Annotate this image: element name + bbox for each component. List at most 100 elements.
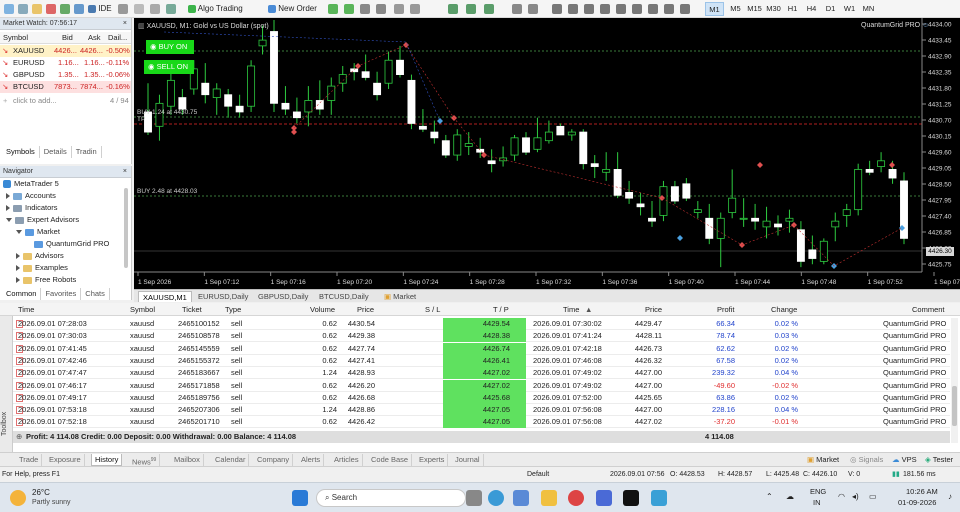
weather-text[interactable]: Partly sunny bbox=[32, 499, 71, 506]
table-scrollbar-thumb[interactable] bbox=[952, 386, 957, 426]
taskbar-search[interactable]: ⌕ Search bbox=[316, 489, 466, 507]
nav-advisors[interactable]: Advisors bbox=[16, 250, 64, 262]
table-scrollbar-track[interactable] bbox=[951, 318, 958, 443]
depth-icon[interactable] bbox=[150, 2, 160, 16]
store-icon[interactable] bbox=[596, 490, 612, 506]
wifi-icon[interactable]: ◠ bbox=[838, 492, 845, 501]
shapes-icon[interactable] bbox=[680, 2, 690, 16]
indicators-icon[interactable] bbox=[512, 2, 522, 16]
nav-expert-advisors[interactable]: Expert Advisors bbox=[6, 214, 79, 226]
symbol-row-gbpusd[interactable]: ↘ GBPUSD 1.35... 1.35... -0.06% bbox=[0, 69, 131, 81]
algo-trading-button[interactable]: Algo Trading bbox=[188, 2, 243, 16]
symbol-row-eurusd[interactable]: ↘ EURUSD 1.16... 1.16... -0.11% bbox=[0, 57, 131, 69]
close-icon[interactable]: × bbox=[123, 166, 127, 178]
tab-calendar[interactable]: Calendar bbox=[212, 454, 250, 466]
tester-link[interactable]: ◈ Tester bbox=[925, 454, 953, 466]
tf-h4[interactable]: H4 bbox=[802, 2, 821, 16]
expand-icon[interactable] bbox=[16, 265, 20, 272]
col-type[interactable]: Type bbox=[225, 303, 241, 316]
col-ticket[interactable]: Ticket bbox=[182, 303, 202, 316]
metatrader-icon[interactable] bbox=[651, 490, 667, 506]
nav-quantumgrid[interactable]: QuantumGrid PRO bbox=[34, 238, 109, 250]
nav-examples[interactable]: Examples bbox=[16, 262, 68, 274]
grid-icon[interactable] bbox=[394, 2, 404, 16]
tab-symbols[interactable]: Symbols bbox=[2, 146, 40, 158]
navigator-scrollbar[interactable] bbox=[124, 188, 128, 268]
collapse-icon[interactable] bbox=[6, 218, 12, 223]
nav-market[interactable]: Market bbox=[16, 226, 60, 238]
history-row[interactable]: 2026.09.01 07:52:18 xauusd 2465201710 sell 0… bbox=[13, 416, 950, 429]
toolbox-label[interactable]: Toolbox bbox=[1, 412, 8, 436]
tab-details[interactable]: Details bbox=[40, 146, 72, 158]
tab-favorites[interactable]: Favorites bbox=[41, 288, 82, 300]
profiles-icon[interactable] bbox=[18, 2, 28, 16]
zoom-in-icon[interactable] bbox=[360, 2, 370, 16]
history-row[interactable]: 2026.09.01 07:30:03 xauusd 2465108578 sell 0… bbox=[13, 330, 950, 343]
col-profit[interactable]: Profit bbox=[717, 303, 735, 316]
cursor-icon[interactable] bbox=[552, 2, 562, 16]
notification-bell-icon[interactable]: ♪ bbox=[948, 492, 952, 501]
col-close-time[interactable]: Time bbox=[563, 303, 579, 316]
expand-icon[interactable] bbox=[6, 205, 10, 212]
widgets-icon[interactable] bbox=[513, 490, 529, 506]
col-symbol[interactable]: Symbol bbox=[3, 32, 28, 44]
tab-exposure[interactable]: Exposure bbox=[46, 454, 85, 466]
sell-on-button[interactable]: ◉ SELL ON bbox=[144, 60, 194, 74]
tf-m30[interactable]: M30 bbox=[764, 2, 783, 16]
nav-free-robots[interactable]: Free Robots bbox=[16, 274, 76, 286]
tab-trade[interactable]: Trade bbox=[16, 454, 43, 466]
language-region[interactable]: IN bbox=[813, 498, 821, 507]
strategy-icon[interactable] bbox=[118, 2, 128, 16]
nav-indicators[interactable]: Indicators bbox=[6, 202, 58, 214]
tab-history[interactable]: History bbox=[91, 454, 123, 466]
volume-icon[interactable]: ◂) bbox=[852, 492, 859, 501]
trend-line-icon[interactable] bbox=[616, 2, 626, 16]
text-icon[interactable] bbox=[664, 2, 674, 16]
symbol-row-btcusd[interactable]: ↘ BTCUSD 7873... 7874... -0.16% bbox=[0, 81, 131, 93]
new-chart-icon[interactable] bbox=[4, 2, 14, 16]
language-code[interactable]: ENG bbox=[810, 487, 826, 496]
buy-on-button[interactable]: ◉ BUY ON bbox=[146, 40, 194, 54]
tab-news[interactable]: News99 bbox=[129, 454, 161, 467]
tab-journal[interactable]: Journal bbox=[452, 454, 484, 466]
history-row[interactable]: 2026.09.01 07:41:45 xauusd 2465145559 sell 0… bbox=[13, 342, 950, 355]
col-daily[interactable]: Dail... bbox=[108, 32, 127, 44]
tray-date[interactable]: 01-09-2026 bbox=[898, 498, 936, 507]
close-icon[interactable]: × bbox=[123, 18, 127, 30]
tab-alerts[interactable]: Alerts bbox=[298, 454, 325, 466]
windows-start-icon[interactable] bbox=[292, 490, 308, 506]
add-symbol-row[interactable]: + click to add... 4 / 94 bbox=[0, 95, 131, 107]
chart-tab-eurusd[interactable]: EURUSD,Daily bbox=[194, 291, 252, 302]
tab-code-base[interactable]: Code Base bbox=[368, 454, 413, 466]
signals-link[interactable]: ◎ Signals bbox=[850, 454, 883, 466]
market-link[interactable]: ▣ Market bbox=[807, 454, 839, 466]
tab-mailbox[interactable]: Mailbox bbox=[171, 454, 204, 466]
zoom-out-icon[interactable] bbox=[376, 2, 386, 16]
candle-chart-icon[interactable] bbox=[466, 2, 476, 16]
market-watch-icon[interactable] bbox=[46, 2, 56, 16]
chart-canvas[interactable]: 4434.00 4433.45 4432.90 4432.35 4431.80 4431.… bbox=[134, 18, 960, 289]
tab-articles[interactable]: Articles bbox=[331, 454, 363, 466]
tradingview-icon[interactable] bbox=[623, 490, 639, 506]
price-chart[interactable]: 4434.00 4433.45 4432.90 4432.35 4431.80 4431.… bbox=[134, 18, 960, 289]
chrome-icon[interactable] bbox=[568, 490, 584, 506]
data-window-icon[interactable] bbox=[60, 2, 70, 16]
history-row[interactable]: 2026.09.01 07:42:46 xauusd 2465155372 sell 0… bbox=[13, 354, 950, 367]
tab-common[interactable]: Common bbox=[2, 288, 42, 300]
navigator-icon[interactable] bbox=[74, 2, 84, 16]
col-bid[interactable]: Bid bbox=[62, 32, 73, 44]
history-row[interactable]: 2026.09.01 07:28:03 xauusd 2465100152 sell 0… bbox=[13, 318, 950, 330]
tray-clock[interactable]: 10:26 AM bbox=[906, 487, 938, 496]
history-row[interactable]: 2026.09.01 07:49:17 xauusd 2465189756 sell 0… bbox=[13, 391, 950, 404]
tab-trading[interactable]: Tradin bbox=[72, 146, 102, 158]
file-explorer-icon[interactable] bbox=[541, 490, 557, 506]
tf-h1[interactable]: H1 bbox=[783, 2, 802, 16]
chart-shift-icon[interactable] bbox=[166, 2, 176, 16]
weather-temp[interactable]: 26°C bbox=[32, 488, 50, 497]
sell-arrow-icon[interactable] bbox=[344, 2, 354, 16]
chart-tab-xauusd[interactable]: XAUUSD,M1 bbox=[138, 291, 192, 302]
ide-button[interactable]: IDE bbox=[88, 2, 112, 16]
tab-experts[interactable]: Experts bbox=[416, 454, 449, 466]
cloud-tray-icon[interactable]: ☁ bbox=[786, 492, 794, 501]
edge-browser-icon[interactable] bbox=[488, 490, 504, 506]
